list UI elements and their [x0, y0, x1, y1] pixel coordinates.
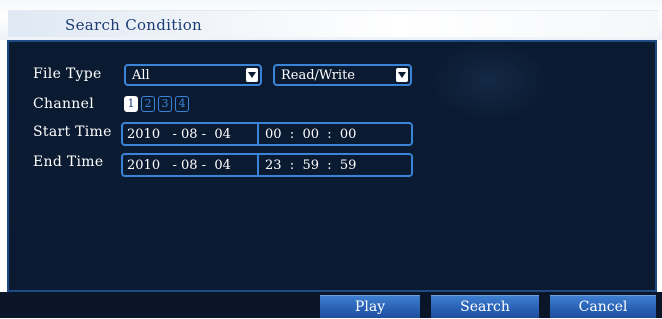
channel-2-checkbox[interactable]: 2	[141, 96, 155, 112]
channel-4-checkbox[interactable]: 4	[175, 96, 189, 112]
start-datetime-field[interactable]: 2010 - 08 - 04 00 : 00 : 00	[121, 122, 413, 146]
channel-3-checkbox[interactable]: 3	[158, 96, 172, 112]
read-write-value: Read/Write	[281, 68, 356, 83]
chevron-down-icon	[396, 68, 408, 82]
read-write-select[interactable]: Read/Write	[273, 64, 412, 86]
end-date-input[interactable]: 2010 - 08 - 04	[127, 158, 231, 173]
end-time-label: End Time	[33, 154, 104, 170]
chevron-down-icon	[246, 68, 258, 82]
end-datetime-field[interactable]: 2010 - 08 - 04 23 : 59 : 59	[121, 153, 413, 177]
channel-label: Channel	[33, 96, 94, 112]
channel-1-checkbox[interactable]: 1	[124, 96, 138, 112]
file-type-value: All	[132, 68, 150, 83]
start-time-label: Start Time	[33, 124, 112, 140]
file-type-label: File Type	[33, 66, 102, 82]
field-divider	[257, 155, 259, 175]
file-type-select[interactable]: All	[124, 64, 262, 86]
cancel-button[interactable]: Cancel	[550, 295, 656, 318]
field-divider	[257, 124, 259, 144]
start-date-input[interactable]: 2010 - 08 - 04	[127, 127, 231, 142]
panel-decoration	[430, 40, 550, 120]
start-time-input[interactable]: 00 : 00 : 00	[265, 127, 356, 142]
end-time-input[interactable]: 23 : 59 : 59	[265, 158, 356, 173]
dialog-title: Search Condition	[65, 16, 202, 34]
search-button[interactable]: Search	[431, 295, 539, 318]
play-button[interactable]: Play	[320, 295, 420, 318]
